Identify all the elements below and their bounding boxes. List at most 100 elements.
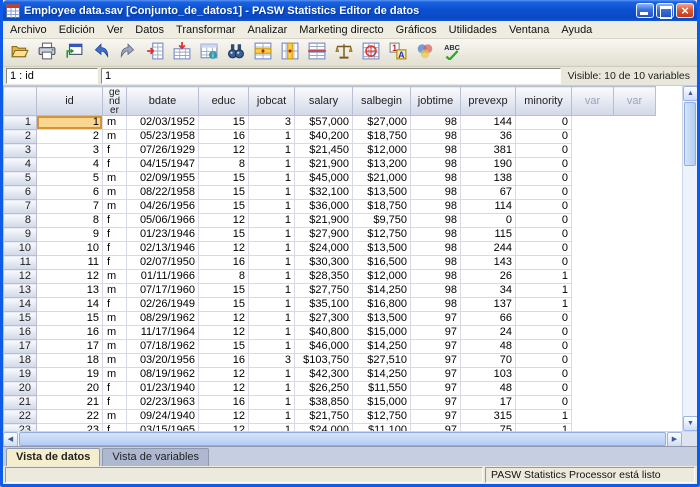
cell[interactable]: 07/18/1962 [127, 340, 199, 354]
cell[interactable]: 138 [461, 172, 516, 186]
cell[interactable]: 98 [411, 256, 461, 270]
cell[interactable]: 1 [249, 424, 295, 432]
cell[interactable] [614, 424, 656, 432]
row-header[interactable]: 7 [4, 200, 37, 214]
column-header-salary-5[interactable]: salary [295, 87, 353, 116]
cell[interactable]: $11,100 [353, 424, 411, 432]
cell[interactable]: 1 [249, 326, 295, 340]
cell[interactable]: $38,850 [295, 396, 353, 410]
cell[interactable]: 02/23/1963 [127, 396, 199, 410]
cell[interactable]: $21,900 [295, 158, 353, 172]
menu-item-analizar[interactable]: Analizar [242, 22, 294, 38]
cell[interactable]: $9,750 [353, 214, 411, 228]
column-header-var-10[interactable]: var [572, 87, 614, 116]
value-labels-button[interactable]: 1A [385, 41, 410, 65]
scroll-up-button[interactable] [683, 86, 697, 101]
cell[interactable]: m [103, 172, 127, 186]
cell[interactable]: m [103, 186, 127, 200]
cell[interactable]: 16 [199, 256, 249, 270]
cell[interactable]: $18,750 [353, 200, 411, 214]
cell[interactable] [614, 340, 656, 354]
cell[interactable]: 1 [249, 368, 295, 382]
cell[interactable] [614, 256, 656, 270]
cell[interactable]: 12 [199, 214, 249, 228]
cell[interactable]: 98 [411, 242, 461, 256]
cell[interactable]: m [103, 368, 127, 382]
tab-data-view[interactable]: Vista de datos [6, 448, 100, 466]
cell[interactable]: 5 [37, 172, 103, 186]
cell[interactable]: m [103, 312, 127, 326]
cell[interactable]: $57,000 [295, 116, 353, 130]
column-header-educ-3[interactable]: educ [199, 87, 249, 116]
cell[interactable]: 17 [461, 396, 516, 410]
cell[interactable]: $40,200 [295, 130, 353, 144]
cell[interactable]: 19 [37, 368, 103, 382]
cell[interactable]: $21,000 [353, 172, 411, 186]
cell[interactable]: 1 [249, 256, 295, 270]
print-button[interactable] [34, 41, 59, 65]
cell[interactable] [614, 200, 656, 214]
cell[interactable] [572, 242, 614, 256]
cell[interactable]: f [103, 242, 127, 256]
cell[interactable] [614, 312, 656, 326]
cell[interactable]: 0 [516, 228, 572, 242]
cell[interactable]: 07/26/1929 [127, 144, 199, 158]
spell-check-button[interactable]: ABC [439, 41, 464, 65]
cell[interactable]: $21,750 [295, 410, 353, 424]
row-header[interactable]: 20 [4, 382, 37, 396]
scroll-left-button[interactable] [3, 432, 18, 447]
cell[interactable] [572, 200, 614, 214]
cell[interactable]: $13,500 [353, 186, 411, 200]
cell[interactable] [572, 298, 614, 312]
title-bar[interactable]: Employee data.sav [Conjunto_de_datos1] -… [3, 0, 697, 21]
cell[interactable] [572, 144, 614, 158]
cell[interactable]: $32,100 [295, 186, 353, 200]
cell[interactable]: 7 [37, 200, 103, 214]
cell[interactable]: 08/19/1962 [127, 368, 199, 382]
cell[interactable]: $13,500 [353, 242, 411, 256]
cell[interactable]: 02/13/1946 [127, 242, 199, 256]
cell[interactable]: 1 [249, 312, 295, 326]
cell[interactable]: $28,350 [295, 270, 353, 284]
cell[interactable]: 16 [199, 130, 249, 144]
cell[interactable]: 381 [461, 144, 516, 158]
cell[interactable]: 8 [199, 270, 249, 284]
row-header[interactable]: 13 [4, 284, 37, 298]
cell[interactable]: $30,300 [295, 256, 353, 270]
cell[interactable]: 98 [411, 228, 461, 242]
cell[interactable]: 15 [199, 284, 249, 298]
insert-variable-button[interactable] [277, 41, 302, 65]
cell[interactable]: 0 [516, 172, 572, 186]
cell[interactable]: 08/29/1962 [127, 312, 199, 326]
cell[interactable]: 48 [461, 382, 516, 396]
cell[interactable] [572, 228, 614, 242]
cell[interactable]: $12,750 [353, 228, 411, 242]
cell[interactable] [614, 172, 656, 186]
cell-reference[interactable]: 1 : id [6, 68, 98, 84]
cell[interactable]: 190 [461, 158, 516, 172]
cell[interactable]: 97 [411, 326, 461, 340]
cell[interactable]: $46,000 [295, 340, 353, 354]
cell[interactable]: $14,250 [353, 368, 411, 382]
cell[interactable]: 15 [199, 298, 249, 312]
horizontal-scrollbar[interactable] [3, 432, 682, 446]
cell[interactable]: 26 [461, 270, 516, 284]
cell[interactable]: m [103, 340, 127, 354]
cell[interactable]: 04/15/1947 [127, 158, 199, 172]
column-header-minority-9[interactable]: minority [516, 87, 572, 116]
row-header[interactable]: 6 [4, 186, 37, 200]
cell[interactable]: 04/26/1956 [127, 200, 199, 214]
cell[interactable]: 15 [199, 200, 249, 214]
cell[interactable] [572, 382, 614, 396]
cell[interactable]: 1 [249, 396, 295, 410]
cell[interactable]: 18 [37, 354, 103, 368]
row-header[interactable]: 11 [4, 256, 37, 270]
cell[interactable] [572, 326, 614, 340]
cell[interactable]: 36 [461, 130, 516, 144]
cell[interactable]: $27,900 [295, 228, 353, 242]
cell[interactable] [572, 312, 614, 326]
cell[interactable]: 98 [411, 144, 461, 158]
insert-cases-button[interactable] [250, 41, 275, 65]
cell[interactable]: 02/09/1955 [127, 172, 199, 186]
cell[interactable]: $15,000 [353, 326, 411, 340]
